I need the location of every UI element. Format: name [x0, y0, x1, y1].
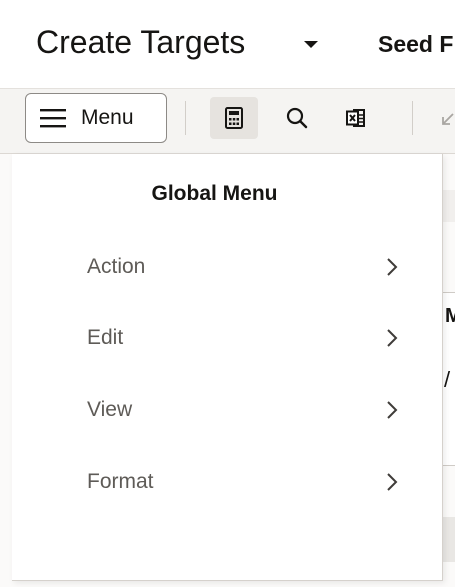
- excel-icon[interactable]: [332, 97, 380, 139]
- toolbar-divider: [185, 101, 186, 135]
- menu-item-view[interactable]: View: [12, 380, 442, 440]
- menu-item-label: Edit: [87, 326, 124, 349]
- grid-column-header-label: Ma: [445, 305, 455, 327]
- menu-button[interactable]: Menu: [25, 93, 167, 143]
- global-menu-title: Global Menu: [151, 182, 278, 205]
- arrow-icon-graphic: [442, 113, 454, 125]
- menu-item-format[interactable]: Format: [12, 452, 442, 512]
- toolbar: Menu: [0, 89, 455, 154]
- menu-item-edit[interactable]: Edit: [12, 308, 442, 368]
- hamburger-icon: [40, 109, 66, 128]
- arrow-icon[interactable]: [425, 97, 455, 139]
- grid-cell-value: /: [444, 367, 451, 392]
- calculator-icon-graphic: [225, 107, 243, 129]
- global-menu-panel: Global Menu Action Edit View Format: [12, 154, 443, 581]
- search-icon-graphic: [286, 107, 308, 129]
- search-icon[interactable]: [273, 97, 321, 139]
- caret-down-icon[interactable]: [300, 33, 322, 55]
- toolbar-divider: [412, 101, 413, 135]
- tab-seed[interactable]: Seed F: [378, 31, 453, 58]
- chevron-right-icon: [387, 329, 398, 347]
- menu-item-label: Format: [87, 470, 154, 493]
- chevron-right-icon: [387, 401, 398, 419]
- menu-item-action[interactable]: Action: [12, 237, 442, 297]
- menu-item-label: View: [87, 398, 133, 421]
- chevron-right-icon: [387, 473, 398, 491]
- page-title[interactable]: Create Targets: [36, 24, 245, 61]
- chevron-right-icon: [387, 258, 398, 276]
- menu-item-label: Action: [87, 255, 146, 278]
- title-bar: Create Targets Seed F: [0, 0, 455, 89]
- calculator-icon[interactable]: [210, 97, 258, 139]
- menu-button-label: Menu: [81, 106, 134, 129]
- excel-icon-graphic: [346, 109, 365, 127]
